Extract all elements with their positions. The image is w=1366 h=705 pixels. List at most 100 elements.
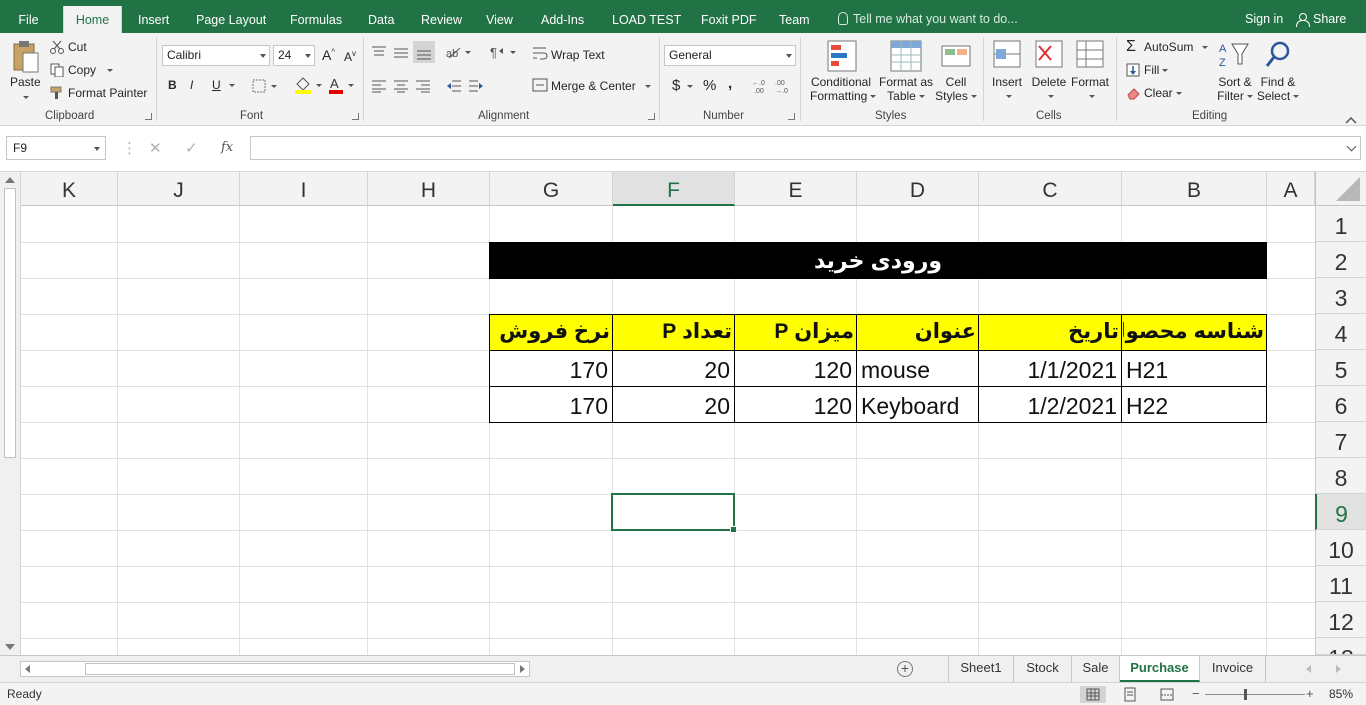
column-header-g[interactable]: G: [490, 172, 613, 206]
row-header-5[interactable]: 5: [1315, 350, 1366, 386]
row-header-2[interactable]: 2: [1315, 242, 1366, 278]
column-header-h[interactable]: H: [368, 172, 490, 206]
sheet-next-icon[interactable]: [1336, 665, 1341, 673]
autosum-button[interactable]: AutoSum: [1144, 40, 1209, 54]
page-layout-view-button[interactable]: [1117, 686, 1143, 703]
column-header-a[interactable]: A: [1267, 172, 1315, 206]
align-left-icon[interactable]: [371, 79, 387, 96]
font-size-select[interactable]: 24: [273, 45, 315, 66]
page-break-view-button[interactable]: [1154, 686, 1180, 703]
underline-button[interactable]: U: [212, 78, 221, 92]
insert-cells-button[interactable]: Insert: [990, 75, 1024, 103]
expand-formula-icon[interactable]: [1346, 141, 1357, 152]
zoom-out-button[interactable]: −: [1192, 686, 1200, 701]
wrap-text-button[interactable]: Wrap Text: [551, 48, 605, 62]
font-launcher-icon[interactable]: [352, 113, 359, 120]
underline-dropdown[interactable]: [226, 78, 235, 92]
cut-button[interactable]: Cut: [68, 40, 87, 54]
cell-f5[interactable]: 20: [615, 350, 730, 386]
column-header-d[interactable]: D: [857, 172, 979, 206]
tab-file[interactable]: File: [0, 0, 57, 33]
column-header-j[interactable]: J: [118, 172, 240, 206]
alignment-launcher-icon[interactable]: [648, 113, 655, 120]
sort-filter-button[interactable]: Sort & Filter: [1214, 75, 1256, 103]
tell-me-search[interactable]: Tell me what you want to do...: [838, 12, 1018, 26]
zoom-in-button[interactable]: +: [1306, 686, 1314, 701]
merge-center-button[interactable]: Merge & Center: [551, 79, 652, 93]
format-as-table-button[interactable]: Format as Table: [878, 75, 934, 103]
column-header-c[interactable]: C: [979, 172, 1122, 206]
vertical-scrollbar[interactable]: [0, 172, 21, 655]
header-title[interactable]: عنوان: [859, 316, 976, 348]
increase-indent-icon[interactable]: [468, 79, 484, 96]
header-quantity[interactable]: تعداد P: [615, 316, 732, 348]
align-center-icon[interactable]: [393, 79, 409, 96]
row-header-6[interactable]: 6: [1315, 386, 1366, 422]
tab-insert[interactable]: Insert: [138, 0, 169, 33]
tab-team[interactable]: Team: [779, 0, 810, 33]
cell-g5[interactable]: 170: [492, 350, 608, 386]
row-header-9[interactable]: 9: [1315, 494, 1366, 530]
sheet-tab-sale[interactable]: Sale: [1072, 656, 1120, 682]
font-color-icon[interactable]: A: [328, 76, 358, 97]
select-all-button[interactable]: [1315, 172, 1366, 206]
fill-button[interactable]: Fill: [1144, 63, 1169, 77]
enter-icon[interactable]: ✓: [185, 139, 198, 157]
sheet-tab-sheet1[interactable]: Sheet1: [948, 656, 1014, 682]
row-header-4[interactable]: 4: [1315, 314, 1366, 350]
column-header-f[interactable]: F: [613, 172, 735, 206]
cell-f6[interactable]: 20: [615, 386, 730, 422]
currency-button[interactable]: $: [672, 77, 694, 94]
paste-icon[interactable]: [10, 39, 40, 75]
scroll-left-icon[interactable]: [25, 665, 30, 673]
format-painter-button[interactable]: Format Painter: [68, 86, 147, 100]
align-bottom-icon[interactable]: [413, 41, 435, 63]
header-amount[interactable]: میزان P: [737, 316, 854, 348]
zoom-slider-thumb[interactable]: [1244, 689, 1247, 700]
header-sale-rate[interactable]: نرخ فروش: [492, 316, 610, 348]
sheet-tab-purchase[interactable]: Purchase: [1120, 656, 1200, 682]
decrease-indent-icon[interactable]: [446, 79, 462, 96]
formula-bar-grip[interactable]: ⋮: [122, 139, 137, 157]
decrease-decimal-icon[interactable]: .00 →.0: [775, 78, 795, 97]
cell-e6[interactable]: 120: [737, 386, 852, 422]
increase-decimal-icon[interactable]: ←.0.00: [752, 78, 772, 97]
number-format-select[interactable]: General: [664, 45, 796, 66]
zoom-slider[interactable]: [1205, 694, 1305, 695]
tab-page-layout[interactable]: Page Layout: [196, 0, 266, 33]
insert-function-button[interactable]: fx: [221, 140, 233, 155]
clear-button[interactable]: Clear: [1144, 86, 1182, 100]
clipboard-launcher-icon[interactable]: [145, 113, 152, 120]
tab-foxit-pdf[interactable]: Foxit PDF: [701, 0, 757, 33]
row-header-10[interactable]: 10: [1315, 530, 1366, 566]
grow-font-icon[interactable]: A^: [322, 47, 335, 63]
cell-c5[interactable]: 1/1/2021: [981, 350, 1117, 386]
selected-cell-f9[interactable]: [611, 493, 737, 533]
header-date[interactable]: تاریخ: [981, 316, 1119, 348]
sheet-title[interactable]: ورودی خرید: [489, 242, 1267, 279]
cancel-icon[interactable]: ✕: [149, 139, 162, 157]
sheet-prev-icon[interactable]: [1306, 665, 1311, 673]
conditional-formatting-button[interactable]: Conditional Formatting: [810, 75, 877, 103]
comma-button[interactable]: ,: [728, 75, 732, 92]
scroll-right-icon[interactable]: [520, 665, 525, 673]
tab-data[interactable]: Data: [368, 0, 394, 33]
tab-view[interactable]: View: [486, 0, 513, 33]
column-header-k[interactable]: K: [21, 172, 118, 206]
copy-button[interactable]: Copy: [68, 63, 114, 77]
font-name-select[interactable]: Calibri: [162, 45, 270, 66]
align-top-icon[interactable]: [371, 45, 387, 62]
worksheet-grid[interactable]: K J I H G F E D C B A 1 2 3 4 5 6 7 8 9 …: [21, 172, 1366, 655]
normal-view-button[interactable]: [1080, 686, 1106, 703]
sign-in-link[interactable]: Sign in: [1245, 12, 1283, 26]
row-header-3[interactable]: 3: [1315, 278, 1366, 314]
scroll-down-icon[interactable]: [5, 644, 15, 650]
tab-home[interactable]: Home: [63, 6, 122, 33]
column-header-e[interactable]: E: [735, 172, 857, 206]
cell-e5[interactable]: 120: [737, 350, 852, 386]
orientation-icon[interactable]: ab: [446, 45, 472, 62]
cell-styles-button[interactable]: Cell Styles: [934, 75, 978, 103]
borders-icon[interactable]: [252, 79, 278, 96]
cell-b6[interactable]: H22: [1126, 386, 1264, 422]
shrink-font-icon[interactable]: Av: [344, 49, 356, 64]
